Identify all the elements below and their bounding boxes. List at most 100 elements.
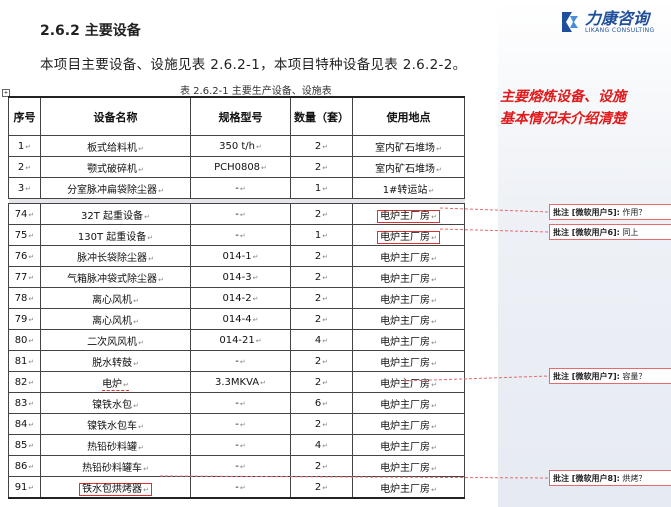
cell-spec[interactable]: 3.3MKVA	[190, 371, 291, 393]
cell-name[interactable]: 镍铁水包车	[40, 413, 191, 435]
cell-spec[interactable]: -	[190, 476, 291, 499]
cell-location[interactable]: 电炉主厂房	[352, 308, 465, 330]
cell-location[interactable]: 电炉主厂房	[352, 266, 465, 288]
cell-location[interactable]: 电炉主厂房	[352, 245, 465, 267]
cell-qty[interactable]: 2	[290, 308, 353, 330]
cell-name[interactable]: 电炉	[40, 371, 191, 393]
cell-name[interactable]: 分室脉冲扁袋除尘器	[40, 177, 191, 199]
cell-no[interactable]: 76	[8, 245, 41, 267]
cell-spec[interactable]: 014-1	[190, 245, 291, 267]
cell-name-text: 板式给料机	[87, 143, 144, 154]
cell-qty-text: 4	[315, 335, 328, 346]
cell-qty[interactable]: 4	[290, 329, 353, 351]
cell-no-text: 82	[15, 377, 35, 388]
cell-no[interactable]: 83	[8, 392, 41, 414]
cell-location[interactable]: 电炉主厂房	[352, 455, 465, 477]
cell-qty[interactable]: 1	[290, 177, 353, 199]
cell-no[interactable]: 77	[8, 266, 41, 288]
cell-no[interactable]: 85	[8, 434, 41, 456]
cell-qty[interactable]: 2	[290, 266, 353, 288]
cell-spec[interactable]: -	[190, 203, 291, 225]
cell-name[interactable]: 离心风机	[40, 308, 191, 330]
cell-name[interactable]: 气箱脉冲袋式除尘器	[40, 266, 191, 288]
cell-name[interactable]: 镍铁水包	[40, 392, 191, 414]
cell-no[interactable]: 1	[8, 135, 41, 157]
cell-location[interactable]: 电炉主厂房	[352, 203, 465, 225]
cell-no[interactable]: 81	[8, 350, 41, 372]
cell-no-text: 91	[15, 482, 35, 493]
cell-spec[interactable]: 014-3	[190, 266, 291, 288]
comment-bubble[interactable]: 批注 [微软用户5]: 作用？	[549, 204, 671, 220]
cell-name[interactable]: 板式给料机	[40, 135, 191, 157]
cell-qty[interactable]: 2	[290, 476, 353, 499]
cell-name[interactable]: 热铅砂料罐	[40, 434, 191, 456]
cell-spec-text: 014-2	[223, 293, 259, 304]
cell-qty[interactable]: 2	[290, 245, 353, 267]
cell-no[interactable]: 84	[8, 413, 41, 435]
cell-qty[interactable]: 2	[290, 287, 353, 309]
table-row: 91 铁水包烘烤器 - 2 电炉主厂房	[8, 476, 465, 499]
cell-location[interactable]: 电炉主厂房	[352, 434, 465, 456]
cell-name[interactable]: 铁水包烘烤器	[40, 476, 191, 499]
cell-qty[interactable]: 2	[290, 135, 353, 157]
cell-spec[interactable]: -	[190, 392, 291, 414]
cell-no[interactable]: 78	[8, 287, 41, 309]
cell-name[interactable]: 脱水转鼓	[40, 350, 191, 372]
cell-qty[interactable]: 4	[290, 434, 353, 456]
cell-qty[interactable]: 1	[290, 224, 353, 246]
cell-location[interactable]: 电炉主厂房	[352, 392, 465, 414]
cell-name[interactable]: 32T 起重设备	[40, 203, 191, 225]
cell-qty[interactable]: 2	[290, 156, 353, 178]
cell-name[interactable]: 离心风机	[40, 287, 191, 309]
cell-name[interactable]: 颚式破碎机	[40, 156, 191, 178]
cell-name[interactable]: 130T 起重设备	[40, 224, 191, 246]
cell-location-text: 室内矿石堆场	[375, 143, 442, 154]
cell-spec[interactable]: -	[190, 434, 291, 456]
cell-qty[interactable]: 2	[290, 455, 353, 477]
cell-no[interactable]: 74	[8, 203, 41, 225]
cell-no[interactable]: 86	[8, 455, 41, 477]
cell-spec[interactable]: -	[190, 413, 291, 435]
cell-location[interactable]: 室内矿石堆场	[352, 156, 465, 178]
cell-location[interactable]: 1#转运站	[352, 177, 465, 199]
cell-no[interactable]: 82	[8, 371, 41, 393]
cell-no[interactable]: 3	[8, 177, 41, 199]
cell-spec[interactable]: 014-4	[190, 308, 291, 330]
comment-bubble[interactable]: 批注 [微软用户8]: 烘烤？	[549, 470, 671, 486]
cell-location[interactable]: 电炉主厂房	[352, 329, 465, 351]
cell-qty[interactable]: 6	[290, 392, 353, 414]
header-qty: 数量（套）	[290, 96, 353, 136]
cell-name[interactable]: 二次风风机	[40, 329, 191, 351]
cell-location[interactable]: 电炉主厂房	[352, 224, 465, 246]
cell-no[interactable]: 79	[8, 308, 41, 330]
cell-location[interactable]: 电炉主厂房	[352, 371, 465, 393]
cell-spec[interactable]: -	[190, 224, 291, 246]
cell-spec[interactable]: -	[190, 350, 291, 372]
cell-qty[interactable]: 2	[290, 350, 353, 372]
cell-qty[interactable]: 2	[290, 413, 353, 435]
cell-location[interactable]: 电炉主厂房	[352, 476, 465, 499]
cell-spec[interactable]: -	[190, 177, 291, 199]
cell-qty[interactable]: 2	[290, 203, 353, 225]
cell-location-text: 室内矿石堆场	[375, 164, 442, 175]
comment-bubble[interactable]: 批注 [微软用户6]: 同上	[549, 224, 671, 240]
cell-qty[interactable]: 2	[290, 371, 353, 393]
cell-location[interactable]: 室内矿石堆场	[352, 135, 465, 157]
cell-no[interactable]: 75	[8, 224, 41, 246]
cell-location-text: 电炉主厂房	[380, 463, 437, 474]
comment-bubble[interactable]: 批注 [微软用户7]: 容量？	[549, 368, 671, 384]
cell-qty-text: 2	[315, 209, 328, 220]
cell-name[interactable]: 脉冲长袋除尘器	[40, 245, 191, 267]
cell-location[interactable]: 电炉主厂房	[352, 413, 465, 435]
cell-spec[interactable]: -	[190, 455, 291, 477]
cell-spec[interactable]: 014-21	[190, 329, 291, 351]
cell-name[interactable]: 热铅砂料罐车	[40, 455, 191, 477]
cell-no[interactable]: 91	[8, 476, 41, 499]
cell-spec[interactable]: PCH0808	[190, 156, 291, 178]
cell-spec[interactable]: 014-2	[190, 287, 291, 309]
cell-location[interactable]: 电炉主厂房	[352, 350, 465, 372]
cell-no[interactable]: 2	[8, 156, 41, 178]
cell-spec[interactable]: 350 t/h	[190, 135, 291, 157]
cell-no[interactable]: 80	[8, 329, 41, 351]
cell-location[interactable]: 电炉主厂房	[352, 287, 465, 309]
